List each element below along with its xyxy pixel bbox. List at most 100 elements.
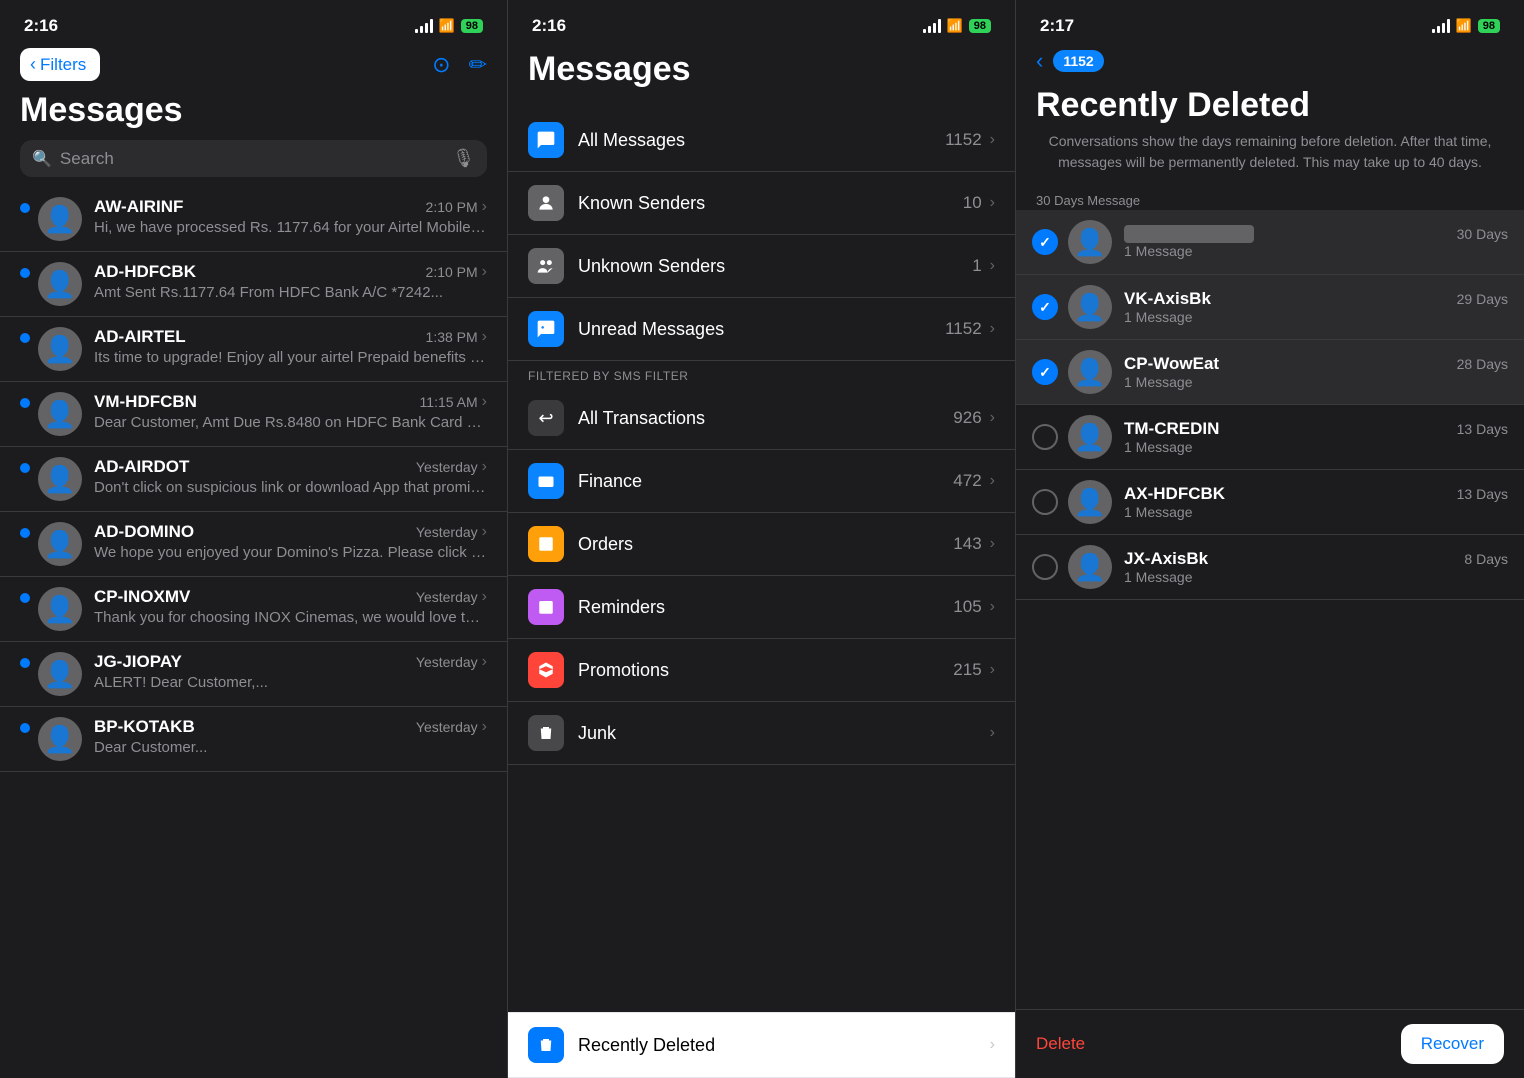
filter-label: Orders (578, 534, 953, 555)
message-time: Yesterday › (416, 458, 487, 476)
unread-dot (20, 203, 30, 213)
deleted-content: CP-WowEat 28 Days 1 Message (1124, 354, 1508, 390)
deleted-name: VK-AxisBk (1124, 289, 1211, 309)
recently-deleted-row[interactable]: Recently Deleted › (508, 1012, 1015, 1078)
signal-icon-2 (923, 19, 941, 33)
list-item[interactable]: 👤 BP-KOTAKB Yesterday › Dear Customer... (0, 707, 507, 772)
avatar: 👤 (38, 262, 82, 306)
person-icon: 👤 (44, 399, 76, 430)
message-content: AW-AIRINF 2:10 PM › Hi, we have processe… (94, 197, 487, 236)
filter-count: 1152 (945, 130, 982, 150)
avatar: 👤 (38, 587, 82, 631)
person-icon: 👤 (44, 269, 76, 300)
finance-icon (528, 463, 564, 499)
select-checkbox[interactable] (1032, 359, 1058, 385)
unread-dot (20, 268, 30, 278)
avatar: 👤 (38, 652, 82, 696)
list-item[interactable]: 👤 AD-AIRDOT Yesterday › Don't click on s… (0, 447, 507, 512)
filter-count: 472 (953, 471, 981, 491)
select-checkbox[interactable] (1032, 489, 1058, 515)
list-item[interactable]: 👤 CP-INOXMV Yesterday › Thank you for ch… (0, 577, 507, 642)
panel-messages-list: 2:16 📶 98 ‹ Filters ⊙ ✏ Messages 🔍 Searc… (0, 0, 508, 1078)
unread-messages-icon (528, 311, 564, 347)
delete-button[interactable]: Delete (1036, 1034, 1085, 1054)
select-checkbox[interactable] (1032, 424, 1058, 450)
person-icon: 👤 (44, 334, 76, 365)
promotions-icon (528, 652, 564, 688)
deleted-name: CP-WowEat (1124, 354, 1219, 374)
sender-name: AD-DOMINO (94, 522, 194, 542)
deleted-sub: 1 Message (1124, 439, 1508, 455)
message-preview: Thank you for choosing INOX Cinemas, we … (94, 609, 487, 626)
back-chevron-icon: ‹ (30, 54, 36, 75)
back-chevron-icon[interactable]: ‹ (1036, 48, 1043, 74)
list-item[interactable]: 👤 AD-AIRTEL 1:38 PM › Its time to upgrad… (0, 317, 507, 382)
person-icon: 👤 (44, 724, 76, 755)
recover-button[interactable]: Recover (1401, 1024, 1504, 1064)
deleted-list-item[interactable]: 👤 TM-CREDIN 13 Days 1 Message (1016, 405, 1524, 470)
avatar: 👤 (38, 197, 82, 241)
list-item[interactable]: 👤 JG-JIOPAY Yesterday › ALERT! Dear Cust… (0, 642, 507, 707)
chevron-right-icon: › (990, 409, 995, 427)
message-content: AD-AIRTEL 1:38 PM › Its time to upgrade!… (94, 327, 487, 366)
avatar: 👤 (38, 327, 82, 371)
battery-3: 98 (1478, 19, 1500, 33)
list-item[interactable]: 👤 AW-AIRINF 2:10 PM › Hi, we have proces… (0, 187, 507, 252)
filter-list: All Messages 1152 › Known Senders 10 › U… (508, 109, 1015, 1002)
search-bar[interactable]: 🔍 Search 🎙 (20, 140, 487, 177)
select-checkbox[interactable] (1032, 294, 1058, 320)
filter-item-reminders[interactable]: Reminders 105 › (508, 576, 1015, 639)
chevron-right-icon: › (990, 131, 995, 149)
list-item[interactable]: 👤 VM-HDFCBN 11:15 AM › Dear Customer, Am… (0, 382, 507, 447)
panel-filters: 2:16 📶 98 Messages All Messages 1152 › (508, 0, 1016, 1078)
deleted-list-item[interactable]: 👤 30 Days 1 Message (1016, 210, 1524, 275)
deleted-list-item[interactable]: 👤 CP-WowEat 28 Days 1 Message (1016, 340, 1524, 405)
select-checkbox[interactable] (1032, 554, 1058, 580)
deleted-content: AX-HDFCBK 13 Days 1 Message (1124, 484, 1508, 520)
message-list: 👤 AW-AIRINF 2:10 PM › Hi, we have proces… (0, 187, 507, 1078)
chevron-right-icon: › (990, 257, 995, 275)
deleted-list-item[interactable]: 👤 AX-HDFCBK 13 Days 1 Message (1016, 470, 1524, 535)
filter-item-orders[interactable]: Orders 143 › (508, 513, 1015, 576)
message-time: 11:15 AM › (420, 393, 487, 411)
deleted-list-item[interactable]: 👤 JX-AxisBk 8 Days 1 Message (1016, 535, 1524, 600)
deleted-name: TM-CREDIN (1124, 419, 1219, 439)
more-options-icon[interactable]: ⊙ (432, 52, 450, 78)
status-bar-3: 2:17 📶 98 (1016, 0, 1524, 44)
filter-item-unread-messages[interactable]: Unread Messages 1152 › (508, 298, 1015, 361)
filter-label: All Messages (578, 130, 945, 151)
deleted-sub: 1 Message (1124, 504, 1508, 520)
avatar: 👤 (38, 457, 82, 501)
filter-item-promotions[interactable]: Promotions 215 › (508, 639, 1015, 702)
avatar: 👤 (1068, 220, 1112, 264)
unread-dot (20, 723, 30, 733)
microphone-icon[interactable]: 🎙 (452, 148, 475, 169)
message-content: CP-INOXMV Yesterday › Thank you for choo… (94, 587, 487, 626)
filter-count: 1152 (945, 319, 982, 339)
filter-item-finance[interactable]: Finance 472 › (508, 450, 1015, 513)
signal-icon-3 (1432, 19, 1450, 33)
filter-label: Finance (578, 471, 953, 492)
filter-label: Unknown Senders (578, 256, 972, 277)
filter-item-known-senders[interactable]: Known Senders 10 › (508, 172, 1015, 235)
filter-item-all-messages[interactable]: All Messages 1152 › (508, 109, 1015, 172)
avatar: 👤 (1068, 545, 1112, 589)
time-3: 2:17 (1040, 16, 1074, 36)
battery-2: 98 (969, 19, 991, 33)
select-checkbox[interactable] (1032, 229, 1058, 255)
junk-icon (528, 715, 564, 751)
list-item[interactable]: 👤 AD-DOMINO Yesterday › We hope you enjo… (0, 512, 507, 577)
deleted-list-item[interactable]: 👤 VK-AxisBk 29 Days 1 Message (1016, 275, 1524, 340)
compose-icon[interactable]: ✏ (469, 52, 487, 78)
wifi-icon-3: 📶 (1456, 18, 1472, 34)
deleted-days: 13 Days (1457, 486, 1508, 502)
unread-dot (20, 398, 30, 408)
back-count-badge[interactable]: 1152 (1053, 50, 1103, 72)
status-bar-1: 2:16 📶 98 (0, 0, 507, 44)
filters-back-button[interactable]: ‹ Filters (20, 48, 100, 81)
list-item[interactable]: 👤 AD-HDFCBK 2:10 PM › Amt Sent Rs.1177.6… (0, 252, 507, 317)
filter-item-unknown-senders[interactable]: Unknown Senders 1 › (508, 235, 1015, 298)
filter-item-junk[interactable]: Junk › (508, 702, 1015, 765)
filter-item-all-transactions[interactable]: ↩ All Transactions 926 › (508, 387, 1015, 450)
deleted-days: 29 Days (1457, 291, 1508, 307)
